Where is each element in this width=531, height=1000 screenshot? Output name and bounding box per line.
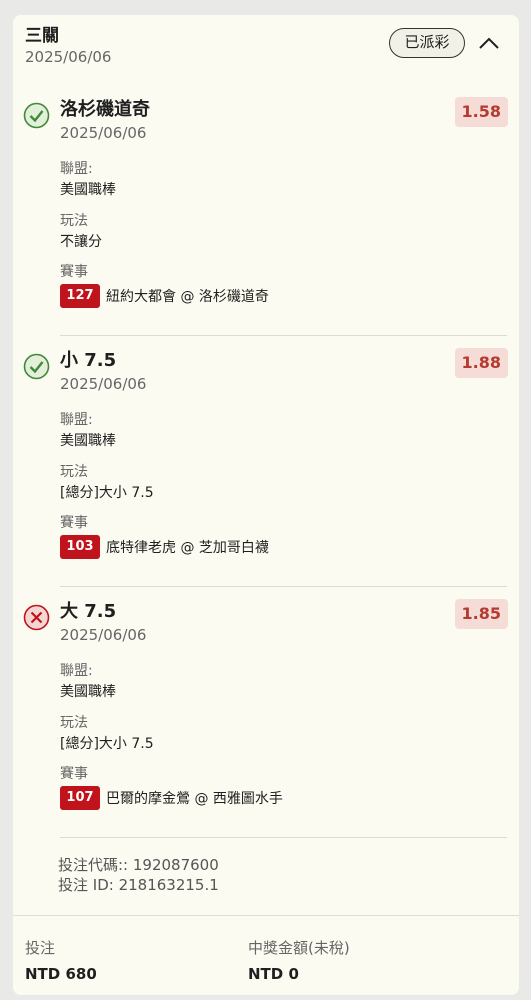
stake-block: 投注 NTD 680 <box>25 938 97 984</box>
chevron-up-icon[interactable] <box>477 33 501 53</box>
league-label: 聯盟: <box>60 663 93 679</box>
bet-type-field: 玩法 [總分]大小 7.5 <box>60 714 154 754</box>
league-field: 聯盟: 美國職棒 <box>60 411 116 451</box>
event-row: 127 紐約大都會 @ 洛杉磯道奇 <box>60 284 269 308</box>
bet-id: 投注 ID: 218163215.1 <box>58 876 219 894</box>
league-value: 美國職棒 <box>60 182 116 198</box>
slip-date: 2025/06/06 <box>25 48 112 66</box>
selection-date: 2025/06/06 <box>60 375 147 393</box>
bet-type-value: [總分]大小 7.5 <box>60 736 154 752</box>
bet-slip-card: 三關 2025/06/06 已派彩 洛杉磯道奇 2025/06/06 1.58 … <box>13 15 519 995</box>
settled-status-badge: 已派彩 <box>389 28 465 58</box>
bet-leg: 洛杉磯道奇 2025/06/06 1.58 聯盟: 美國職棒 玩法 不讓分 賽事… <box>13 85 519 335</box>
bet-codes: 投注代碼:: 192087600 投注 ID: 218163215.1 <box>58 855 219 895</box>
odds-badge: 1.88 <box>454 348 508 378</box>
league-label: 聯盟: <box>60 412 93 428</box>
event-field: 賽事 127 紐約大都會 @ 洛杉磯道奇 <box>60 263 269 308</box>
selection-date: 2025/06/06 <box>60 626 147 644</box>
bet-leg: 大 7.5 2025/06/06 1.85 聯盟: 美國職棒 玩法 [總分]大小… <box>13 587 519 837</box>
event-label: 賽事 <box>60 766 88 782</box>
payout-amount: NTD 0 <box>248 965 299 983</box>
slip-header: 三關 2025/06/06 <box>25 25 111 67</box>
match-teams: 紐約大都會 @ 洛杉磯道奇 <box>106 289 269 305</box>
odds-badge: 1.58 <box>454 97 508 127</box>
slip-type-title: 三關 <box>25 26 59 46</box>
bet-type-field: 玩法 不讓分 <box>60 212 102 252</box>
match-number-badge: 127 <box>60 284 100 308</box>
event-label: 賽事 <box>60 515 88 531</box>
selection-date: 2025/06/06 <box>60 124 147 142</box>
match-number-badge: 107 <box>60 786 100 810</box>
check-circle-icon <box>23 102 50 129</box>
event-row: 107 巴爾的摩金鶯 @ 西雅圖水手 <box>60 786 283 810</box>
selection-name: 洛杉磯道奇 <box>60 99 150 120</box>
bet-type-value: 不讓分 <box>60 234 102 250</box>
selection-name: 小 7.5 <box>60 350 117 371</box>
payout-block: 中獎金額(未稅) NTD 0 <box>248 938 350 984</box>
bet-type-label: 玩法 <box>60 464 88 480</box>
slip-footer: 投注 NTD 680 中獎金額(未稅) NTD 0 <box>13 915 519 995</box>
league-field: 聯盟: 美國職棒 <box>60 160 116 200</box>
league-field: 聯盟: 美國職棒 <box>60 662 116 702</box>
odds-badge: 1.85 <box>454 599 508 629</box>
event-field: 賽事 103 底特律老虎 @ 芝加哥白襪 <box>60 514 269 559</box>
leg-divider <box>60 837 507 838</box>
stake-amount: NTD 680 <box>25 965 97 983</box>
league-label: 聯盟: <box>60 161 93 177</box>
event-label: 賽事 <box>60 264 88 280</box>
bet-type-label: 玩法 <box>60 213 88 229</box>
bet-type-label: 玩法 <box>60 715 88 731</box>
check-circle-icon <box>23 353 50 380</box>
league-value: 美國職棒 <box>60 433 116 449</box>
event-field: 賽事 107 巴爾的摩金鶯 @ 西雅圖水手 <box>60 765 283 810</box>
league-value: 美國職棒 <box>60 684 116 700</box>
bet-type-field: 玩法 [總分]大小 7.5 <box>60 463 154 503</box>
x-circle-icon <box>23 604 50 631</box>
payout-label: 中獎金額(未稅) <box>248 939 350 957</box>
match-teams: 底特律老虎 @ 芝加哥白襪 <box>106 540 269 556</box>
stake-label: 投注 <box>25 939 56 957</box>
bet-leg: 小 7.5 2025/06/06 1.88 聯盟: 美國職棒 玩法 [總分]大小… <box>13 336 519 586</box>
match-number-badge: 103 <box>60 535 100 559</box>
selection-name: 大 7.5 <box>60 601 117 622</box>
bet-type-value: [總分]大小 7.5 <box>60 485 154 501</box>
event-row: 103 底特律老虎 @ 芝加哥白襪 <box>60 535 269 559</box>
match-teams: 巴爾的摩金鶯 @ 西雅圖水手 <box>106 791 283 807</box>
bet-code: 投注代碼:: 192087600 <box>58 856 219 874</box>
